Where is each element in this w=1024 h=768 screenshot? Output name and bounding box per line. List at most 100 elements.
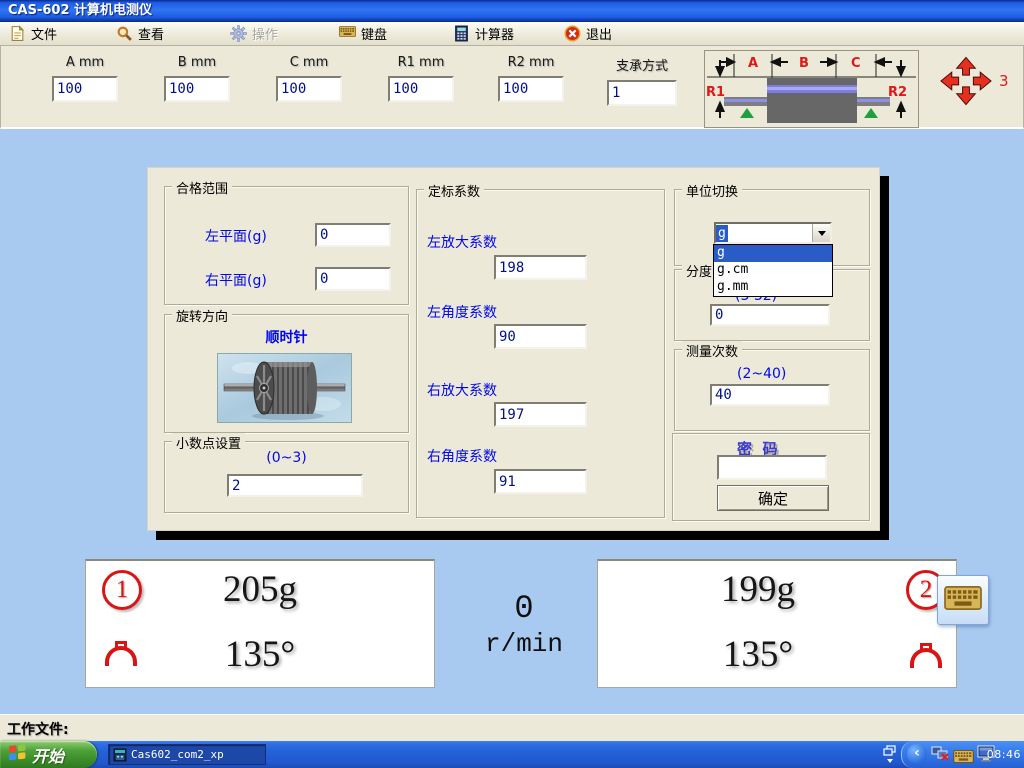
right-angle-value: 135° [598,633,918,676]
right-angle-input[interactable] [494,469,587,494]
file-icon [9,25,26,42]
speed-value: 0 [468,590,580,627]
field-r2: R2 mm [497,55,565,102]
exit-icon [564,25,581,42]
right-measure-display: 199g 135° 2 [597,559,957,688]
parameters-panel: A mm B mm C mm R1 mm R2 mm 支承方式 [0,45,1024,129]
diagram-label-b: B [799,56,809,71]
group-calibration: 定标系数 左放大系数 左角度系数 右放大系数 右角度系数 [416,189,665,518]
unit-combobox[interactable]: g [714,222,832,244]
right-angle-label: 右角度系数 [427,446,497,466]
calculator-icon [453,25,470,42]
menu-bar: 文件 查看 操作 键盘 计算器 退出 [0,22,1024,46]
group-measure-count-title: 测量次数 [682,341,742,360]
start-label: 开始 [32,743,64,767]
unit-option-gcm[interactable]: g.cm [714,262,832,279]
field-r2-input[interactable] [498,76,564,102]
unit-dropdown-list: g g.cm g.mm [713,244,833,297]
menu-operate[interactable]: 操作 [227,24,281,43]
speed-readout: 0 r/min [468,590,580,659]
left-angle-label: 左角度系数 [427,302,497,322]
right-gain-input[interactable] [494,402,587,427]
left-gain-label: 左放大系数 [427,232,497,252]
field-c: C mm [275,55,343,102]
keyboard-icon [944,586,982,614]
group-rotation: 旋转方向 顺时针 [164,314,409,433]
menu-calculator-label: 计算器 [475,24,514,43]
diagram-label-a: A [748,56,758,71]
angle-position-icon [909,643,941,665]
right-gain-label: 右放大系数 [427,380,497,400]
app-window-icon [113,748,127,762]
division-input[interactable] [710,304,830,326]
taskbar-clock[interactable]: 08:46 [987,748,1021,761]
menu-exit[interactable]: 退出 [561,24,615,43]
field-a: A mm [51,55,119,102]
menu-calculator[interactable]: 计算器 [450,24,517,43]
field-r1-label: R1 mm [387,55,455,70]
windows-logo-icon [8,744,27,765]
taskbar-app-label: Cas602_com2_xp [131,748,224,761]
menu-view[interactable]: 查看 [113,24,167,43]
field-a-input[interactable] [52,76,118,102]
menu-view-label: 查看 [138,24,164,43]
start-button[interactable]: 开始 [0,741,97,768]
status-bar: 工作文件: [0,714,1024,741]
field-a-label: A mm [51,55,119,70]
left-measure-display: 1 205g 135° [85,559,435,688]
left-angle-value: 135° [86,633,434,676]
field-support-mode: 支承方式 [607,55,677,106]
field-b-label: B mm [163,55,231,70]
unit-selected-value: g [716,225,728,242]
field-c-label: C mm [275,55,343,70]
field-r1-input[interactable] [388,76,454,102]
field-c-input[interactable] [276,76,342,102]
field-b-input[interactable] [164,76,230,102]
left-plane-input[interactable] [315,223,391,247]
soft-keyboard-button[interactable] [937,575,989,625]
decimal-input[interactable] [227,474,363,497]
chevron-down-icon [818,231,826,236]
rotor-image [217,353,352,423]
diagram-label-c: C [851,56,861,71]
diagram-label-r2: R2 [888,85,907,100]
right-plane-input[interactable] [315,267,391,291]
keyboard-tray-icon[interactable] [953,748,974,767]
combo-dropdown-button[interactable] [812,224,830,242]
field-b: B mm [163,55,231,102]
group-calibration-title: 定标系数 [424,181,484,200]
unit-option-g[interactable]: g [714,245,832,262]
password-input[interactable] [717,455,827,480]
group-division-title: 分度 [682,261,716,280]
support-mode-number: 3 [999,72,1009,90]
left-gain-input[interactable] [494,255,587,280]
toolbar-handle[interactable] [882,743,900,766]
network-offline-icon[interactable] [931,746,950,766]
left-angle-input[interactable] [494,324,587,349]
group-tolerance: 合格范围 左平面(g) 右平面(g) [164,186,409,305]
left-amount-value: 205g [86,568,434,611]
gear-icon [230,25,247,42]
title-bar[interactable]: CAS-602 计算机电测仪 [0,0,1024,22]
menu-file[interactable]: 文件 [6,24,60,43]
settings-dialog: 合格范围 左平面(g) 右平面(g) 旋转方向 顺时针 [147,167,880,531]
taskbar: 开始 Cas602_com2_xp ‹ 08:46 [0,741,1024,768]
support-mode-arrows-icon [939,56,993,106]
field-r2-label: R2 mm [497,55,565,70]
group-unit-title: 单位切换 [682,181,742,200]
field-support-mode-label: 支承方式 [607,55,677,74]
group-password: 密 码 确定 [672,433,870,521]
decimal-range-label: (0~3) [165,450,408,466]
right-plane-label: 右平面(g) [205,270,267,290]
field-support-mode-input[interactable] [607,80,677,106]
app-window: CAS-602 计算机电测仪 文件 查看 操作 键盘 计算器 退出 [0,0,1024,768]
measure-count-input[interactable] [710,384,830,406]
menu-operate-label: 操作 [252,24,278,43]
taskbar-app-button[interactable]: Cas602_com2_xp [108,744,266,765]
confirm-button[interactable]: 确定 [717,485,829,511]
keyboard-icon [339,25,356,42]
work-file-label: 工作文件: [7,719,69,739]
unit-option-gmm[interactable]: g.mm [714,279,832,296]
menu-keyboard[interactable]: 键盘 [336,24,390,43]
hide-tray-icons-button[interactable]: ‹ [907,744,927,764]
